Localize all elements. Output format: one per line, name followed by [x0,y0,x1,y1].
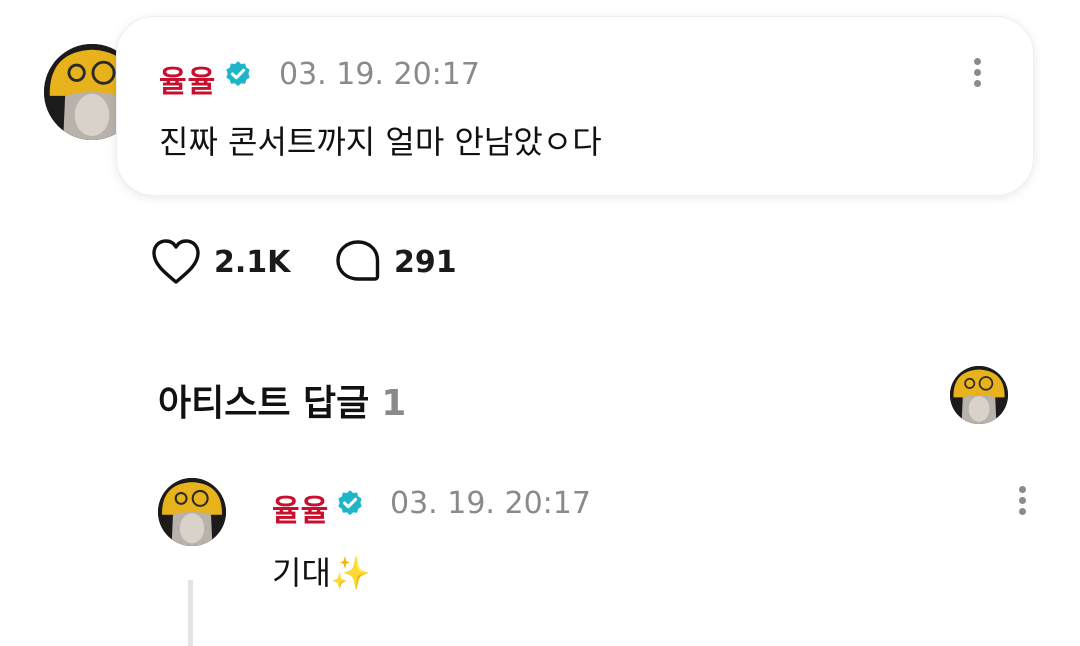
artist-replies-header: 아티스트 답글 1 [158,374,406,426]
comment-button[interactable]: 291 [334,238,457,286]
reply-author-name[interactable]: 율율 [272,486,329,530]
comment-bubble-icon [336,240,380,281]
replier-avatar-small[interactable] [950,366,1008,424]
reply-count: 1 [381,383,407,424]
section-title: 아티스트 답글 [158,383,370,424]
verified-badge-icon [226,61,250,87]
reply-content: 기대✨ [272,554,371,592]
thread-line [188,580,193,646]
more-vertical-icon[interactable] [967,55,987,95]
post-timestamp: 03. 19. 20:17 [279,57,480,92]
more-vertical-icon[interactable] [1012,483,1032,523]
like-button[interactable]: 2.1K [150,238,290,286]
like-count: 2.1K [214,244,291,280]
comment-count: 291 [394,244,457,280]
post-content: 진짜 콘서트까지 얼마 안남았ㅇ다 [159,123,602,161]
reply-timestamp: 03. 19. 20:17 [390,486,591,521]
post-card: 율율 03. 19. 20:17 진짜 콘서트까지 얼마 안남았ㅇ다 [116,16,1034,196]
heart-icon [152,239,200,284]
reply-author-avatar[interactable] [158,478,226,546]
verified-badge-icon [338,490,362,516]
post-author-name[interactable]: 율율 [159,57,216,101]
